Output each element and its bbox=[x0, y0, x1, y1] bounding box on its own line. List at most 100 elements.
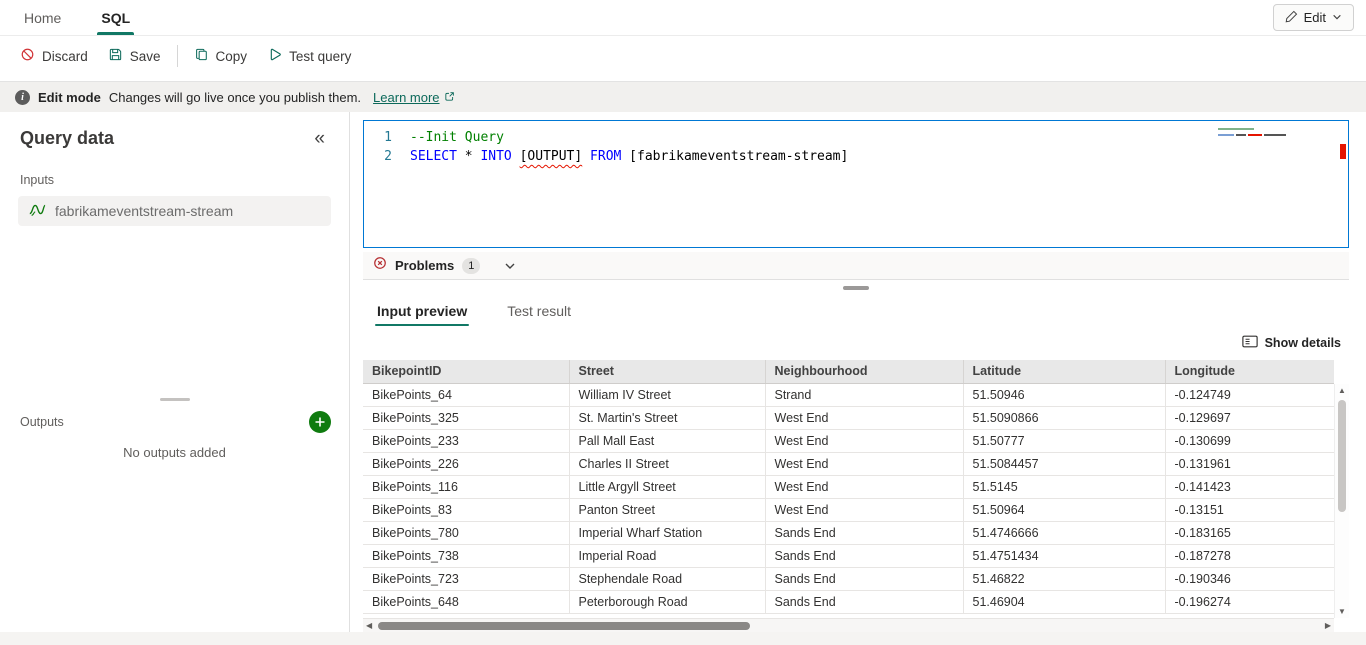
table-cell: 51.50777 bbox=[963, 429, 1165, 452]
table-cell: Imperial Road bbox=[569, 544, 765, 567]
error-circle-icon bbox=[373, 256, 387, 275]
problems-expand-chevron[interactable] bbox=[504, 260, 516, 272]
problems-label: Problems bbox=[395, 258, 454, 273]
tab-input-preview-label: Input preview bbox=[377, 303, 467, 319]
input-item-label: fabrikameventstream-stream bbox=[55, 203, 233, 219]
table-header-row: BikepointID Street Neighbourhood Latitud… bbox=[363, 360, 1334, 383]
add-output-button[interactable] bbox=[309, 411, 331, 433]
table-cell: Pall Mall East bbox=[569, 429, 765, 452]
app-window: Home SQL Edit Discard bbox=[0, 0, 1366, 645]
panel-splitter-row bbox=[363, 280, 1349, 296]
table-cell: 51.4746666 bbox=[963, 521, 1165, 544]
scroll-right-icon[interactable]: ▶ bbox=[1325, 621, 1331, 630]
problems-bar[interactable]: Problems 1 bbox=[363, 252, 1349, 280]
show-details-button[interactable]: Show details bbox=[1236, 334, 1347, 352]
external-link-icon bbox=[444, 90, 455, 105]
collapse-sidebar-icon[interactable]: « bbox=[314, 129, 325, 148]
details-row: Show details bbox=[363, 330, 1347, 356]
sidebar-title: Query data bbox=[20, 128, 114, 149]
save-button[interactable]: Save bbox=[98, 41, 171, 71]
copy-icon bbox=[194, 47, 209, 65]
save-icon bbox=[108, 47, 123, 65]
ribbon-tab-bar: Home SQL Edit bbox=[0, 0, 1366, 36]
command-toolbar: Discard Save Copy Test query bbox=[0, 36, 1366, 76]
table-cell: -0.130699 bbox=[1165, 429, 1334, 452]
input-item-eventstream[interactable]: fabrikameventstream-stream bbox=[18, 196, 331, 226]
table-cell: BikePoints_64 bbox=[363, 383, 569, 406]
line-number-1: 1 bbox=[364, 128, 410, 147]
sql-text: * bbox=[457, 147, 480, 166]
table-cell: Imperial Wharf Station bbox=[569, 521, 765, 544]
discard-button[interactable]: Discard bbox=[10, 41, 98, 71]
scroll-down-icon[interactable]: ▼ bbox=[1335, 607, 1349, 616]
table-cell: BikePoints_116 bbox=[363, 475, 569, 498]
minimap-line-2 bbox=[1218, 134, 1330, 136]
play-icon bbox=[267, 47, 282, 65]
sql-code-editor[interactable]: 1 --Init Query 2 SELECT * INTO [OUTPUT] … bbox=[363, 120, 1349, 248]
banner-title: Edit mode bbox=[38, 90, 101, 105]
table-cell: Sands End bbox=[765, 567, 963, 590]
problems-count-badge: 1 bbox=[462, 258, 480, 274]
table-cell: Peterborough Road bbox=[569, 590, 765, 613]
sql-keyword-into: INTO bbox=[480, 147, 511, 166]
table-cell: BikePoints_233 bbox=[363, 429, 569, 452]
line-number-2: 2 bbox=[364, 147, 410, 166]
vertical-scrollbar[interactable]: ▲ ▼ bbox=[1334, 384, 1349, 618]
tab-test-result[interactable]: Test result bbox=[505, 296, 573, 326]
table-cell: West End bbox=[765, 406, 963, 429]
table-cell: -0.183165 bbox=[1165, 521, 1334, 544]
table-cell: William IV Street bbox=[569, 383, 765, 406]
test-query-button[interactable]: Test query bbox=[257, 41, 361, 71]
vertical-scrollbar-thumb[interactable] bbox=[1338, 400, 1346, 512]
tab-test-result-label: Test result bbox=[507, 303, 571, 319]
discard-label: Discard bbox=[42, 49, 88, 64]
header-chrome: Home SQL Edit Discard bbox=[0, 0, 1366, 82]
tab-sql[interactable]: SQL bbox=[97, 0, 134, 35]
tab-input-preview[interactable]: Input preview bbox=[375, 296, 469, 326]
minimap-line-1 bbox=[1218, 128, 1254, 130]
sidebar-resize-handle[interactable] bbox=[160, 398, 190, 401]
edit-mode-banner: i Edit mode Changes will go live once yo… bbox=[0, 82, 1366, 112]
sidebar-spacer bbox=[0, 226, 349, 398]
table-cell: 51.46822 bbox=[963, 567, 1165, 590]
sql-keyword-select: SELECT bbox=[410, 147, 457, 166]
scroll-up-icon[interactable]: ▲ bbox=[1335, 386, 1349, 395]
table-cell: Strand bbox=[765, 383, 963, 406]
panel-resize-handle[interactable] bbox=[843, 286, 869, 290]
table-row: BikePoints_723Stephendale RoadSands End5… bbox=[363, 567, 1334, 590]
column-header-bikepointid: BikepointID bbox=[363, 360, 569, 383]
sidebar-header: Query data « bbox=[0, 128, 349, 149]
edit-mode-dropdown-button[interactable]: Edit bbox=[1273, 4, 1354, 31]
sql-error-token: [OUTPUT] bbox=[520, 147, 583, 166]
copy-label: Copy bbox=[216, 49, 248, 64]
table-cell: -0.131961 bbox=[1165, 452, 1334, 475]
table-cell: BikePoints_780 bbox=[363, 521, 569, 544]
table-cell: 51.5145 bbox=[963, 475, 1165, 498]
table-row: BikePoints_648Peterborough RoadSands End… bbox=[363, 590, 1334, 613]
table-cell: Sands End bbox=[765, 590, 963, 613]
table-cell: Charles II Street bbox=[569, 452, 765, 475]
overview-ruler-error-marker bbox=[1340, 144, 1346, 159]
edit-button-label: Edit bbox=[1304, 10, 1326, 25]
table-cell: West End bbox=[765, 475, 963, 498]
toolbar-divider bbox=[177, 45, 178, 67]
no-outputs-message: No outputs added bbox=[0, 435, 349, 460]
sql-source-identifier: [fabrikameventstream-stream] bbox=[621, 147, 848, 166]
editor-minimap[interactable] bbox=[1218, 128, 1330, 136]
show-details-label: Show details bbox=[1265, 336, 1341, 350]
tab-home[interactable]: Home bbox=[20, 0, 65, 35]
learn-more-link[interactable]: Learn more bbox=[373, 90, 454, 105]
table-cell: 51.5090866 bbox=[963, 406, 1165, 429]
horizontal-scrollbar-thumb[interactable] bbox=[378, 622, 750, 630]
horizontal-scrollbar[interactable]: ◀ ▶ bbox=[363, 618, 1334, 632]
minimap-segment bbox=[1248, 134, 1262, 136]
tab-sql-label: SQL bbox=[101, 10, 130, 26]
scroll-left-icon[interactable]: ◀ bbox=[366, 621, 372, 630]
sql-space bbox=[582, 147, 590, 166]
table-cell: 51.46904 bbox=[963, 590, 1165, 613]
table-cell: -0.196274 bbox=[1165, 590, 1334, 613]
table-cell: Stephendale Road bbox=[569, 567, 765, 590]
table-cell: BikePoints_83 bbox=[363, 498, 569, 521]
copy-button[interactable]: Copy bbox=[184, 41, 258, 71]
table-cell: BikePoints_648 bbox=[363, 590, 569, 613]
